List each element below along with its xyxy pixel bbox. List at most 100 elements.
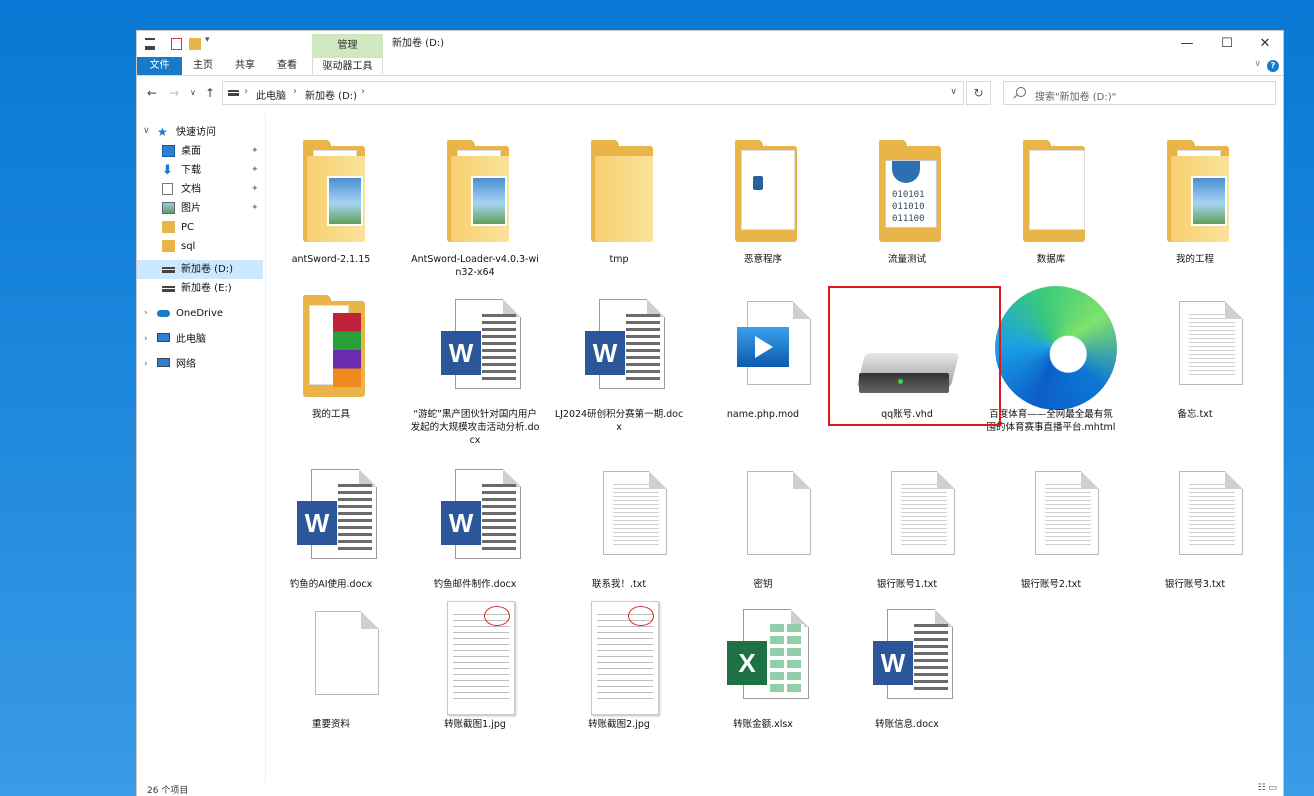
chevron-right-icon[interactable]: › <box>144 308 148 318</box>
file-item[interactable]: 银行账号1.txt <box>842 451 972 611</box>
file-item[interactable]: W “游蛇”黑产团伙针对国内用户发起的大规模攻击活动分析.docx <box>410 281 540 446</box>
address-dropdown-icon[interactable]: ∨ <box>950 87 957 97</box>
tab-drive-tools[interactable]: 驱动器工具 <box>312 57 383 75</box>
folder-picture-icon <box>1191 176 1227 226</box>
tab-file[interactable]: 文件 <box>137 57 182 75</box>
new-folder-icon[interactable] <box>189 38 201 50</box>
search-input[interactable]: 搜索"新加卷 (D:)" <box>1003 81 1276 105</box>
item-count: 26 个项目 <box>147 786 189 796</box>
tab-view[interactable]: 查看 <box>271 57 303 75</box>
binary-text: 011100 <box>892 214 925 224</box>
file-name: name.php.mod <box>726 409 800 420</box>
file-item[interactable]: tmp <box>554 126 684 286</box>
binary-badge <box>892 161 920 183</box>
ribbon-tabs: 文件 主页 共享 查看 驱动器工具 ∨ ? <box>137 57 1283 76</box>
blank-page <box>747 471 811 555</box>
file-item[interactable]: name.php.mod <box>698 281 828 441</box>
breadcrumb-drive-d[interactable]: 新加卷 (D:) <box>305 87 357 102</box>
folder-icon <box>162 221 175 233</box>
minimize-button[interactable]: — <box>1169 31 1205 57</box>
folder-front <box>595 156 653 242</box>
recent-dropdown-icon[interactable]: ∨ <box>190 88 196 97</box>
chevron-right-icon: › <box>361 86 365 97</box>
chevron-right-icon[interactable]: › <box>144 359 148 369</box>
up-icon[interactable]: ↑ <box>205 86 215 100</box>
address-row: ← → ∨ ↑ › 此电脑 › 新加卷 (D:) › ∨ ↻ 搜索"新加卷 (D… <box>137 79 1283 109</box>
pin-icon[interactable]: ✦ <box>251 199 259 218</box>
receipt-image <box>447 601 515 715</box>
file-item[interactable]: 银行账号3.txt <box>1130 451 1260 611</box>
file-item[interactable]: 数据库 <box>986 126 1116 286</box>
close-button[interactable]: ✕ <box>1247 31 1283 57</box>
help-icon[interactable]: ? <box>1267 60 1279 72</box>
books-icon <box>333 313 361 387</box>
file-name: 我的工程 <box>1175 254 1214 265</box>
view-mode-icons[interactable]: ☷ ▭ <box>1258 783 1277 793</box>
maximize-button[interactable]: ☐ <box>1209 31 1245 57</box>
expand-ribbon-icon[interactable]: ∨ <box>1254 59 1261 69</box>
file-item[interactable]: antSword-2.1.15 <box>266 126 396 286</box>
tab-share[interactable]: 共享 <box>229 57 261 75</box>
file-name: 我的工具 <box>311 409 350 420</box>
nav-label: 新加卷 (E:) <box>181 283 232 294</box>
chevron-right-icon: › <box>293 86 297 97</box>
explorer-window: ▾ 管理 新加卷 (D:) — ☐ ✕ 文件 主页 共享 查看 驱动器工具 ∨ … <box>136 30 1284 796</box>
file-item[interactable]: X 转账金额.xlsx <box>698 591 828 751</box>
forward-icon[interactable]: → <box>169 86 179 100</box>
file-item[interactable]: 我的工具 <box>266 281 396 441</box>
blank-page <box>315 611 379 695</box>
file-item[interactable]: 备忘.txt <box>1130 281 1260 441</box>
file-item[interactable]: W 钓鱼邮件制作.docx <box>410 451 540 611</box>
pin-icon[interactable]: ✦ <box>251 161 259 180</box>
search-placeholder: 搜索"新加卷 (D:)" <box>1035 92 1117 103</box>
tab-home[interactable]: 主页 <box>187 57 219 75</box>
qat-dropdown-icon[interactable]: ▾ <box>205 35 210 47</box>
word-icon: W <box>297 501 337 545</box>
file-item[interactable]: AntSword-Loader-v4.0.3-win32-x64 <box>410 126 540 286</box>
properties-icon[interactable] <box>171 38 182 50</box>
page-lines <box>914 624 948 690</box>
file-name: 数据库 <box>1036 254 1066 265</box>
pin-icon[interactable]: ✦ <box>251 180 259 199</box>
file-item[interactable]: 密钥 <box>698 451 828 611</box>
address-bar[interactable]: › 此电脑 › 新加卷 (D:) › ∨ <box>222 81 964 105</box>
file-icon: 010101 011010 011100 <box>859 136 955 246</box>
receipt-lines <box>453 614 509 704</box>
file-name: LJ2024研创积分赛第一期.docx <box>554 409 684 433</box>
file-item[interactable]: W LJ2024研创积分赛第一期.docx <box>554 281 684 441</box>
folder-icon <box>162 240 175 252</box>
file-icon: X <box>715 601 811 711</box>
file-item[interactable]: 010101 011010 011100 流量测试 <box>842 126 972 286</box>
drive-icon <box>228 90 239 96</box>
file-item[interactable]: 我的工程 <box>1130 126 1260 286</box>
breadcrumb-this-pc[interactable]: 此电脑 <box>256 87 286 102</box>
file-item[interactable]: 重要资料 <box>266 591 396 751</box>
app-icon <box>753 176 763 190</box>
file-item[interactable]: 银行账号2.txt <box>986 451 1116 611</box>
text-page <box>1179 301 1243 385</box>
selection-rectangle <box>828 286 1001 426</box>
file-item[interactable]: 恶意程序 <box>698 126 828 286</box>
page-lines <box>626 314 660 380</box>
chevron-down-icon[interactable]: ∨ <box>143 126 150 136</box>
file-name: AntSword-Loader-v4.0.3-win32-x64 <box>411 254 539 278</box>
file-item[interactable]: 转账截图2.jpg <box>554 591 684 751</box>
nav-label: 桌面 <box>181 146 201 157</box>
text-lines <box>613 484 659 546</box>
file-item[interactable]: W 转账信息.docx <box>842 591 972 751</box>
chevron-right-icon[interactable]: › <box>144 334 148 344</box>
refresh-button[interactable]: ↻ <box>966 81 991 105</box>
file-item[interactable]: 百度体育——全网最全最有氛围的体育赛事直播平台.mhtml <box>986 281 1117 441</box>
file-item[interactable]: 联系我！.txt <box>554 451 684 611</box>
file-item[interactable]: W 钓鱼的AI使用.docx <box>266 451 396 611</box>
file-name: 备忘.txt <box>1177 409 1213 420</box>
sheet-grid-cols <box>770 624 804 694</box>
context-tab-manage[interactable]: 管理 <box>312 34 383 57</box>
back-icon[interactable]: ← <box>147 86 157 100</box>
drive-icon[interactable] <box>145 38 155 50</box>
text-page <box>891 471 955 555</box>
file-icon: W <box>283 461 379 571</box>
pin-icon[interactable]: ✦ <box>251 142 259 161</box>
file-item[interactable]: 转账截图1.jpg <box>410 591 540 751</box>
file-icon <box>283 601 379 711</box>
